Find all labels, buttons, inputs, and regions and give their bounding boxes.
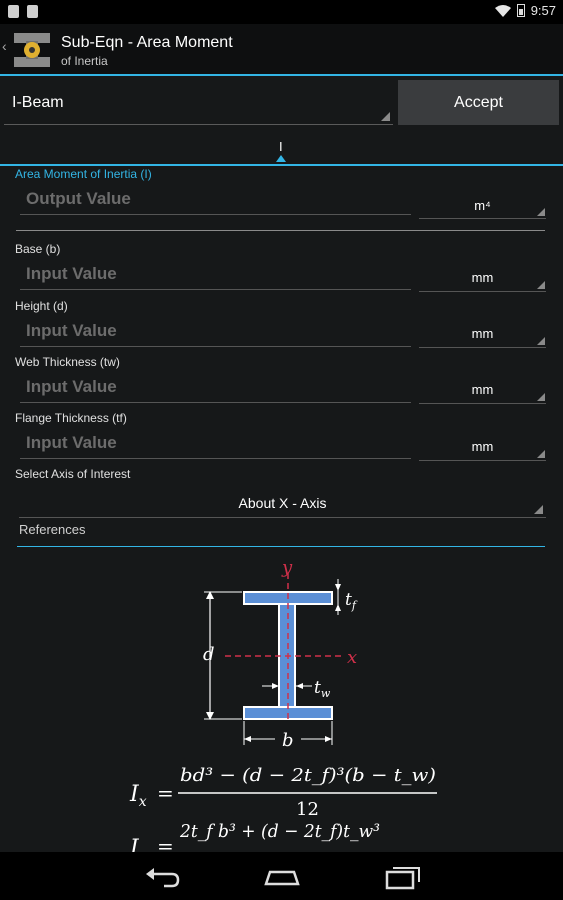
up-caret-icon[interactable]: ‹ [2, 38, 7, 54]
eq2-numerator: 2t_f b³ + (d − 2t_f)t_w³ [179, 821, 380, 842]
accept-button[interactable]: Accept [398, 80, 559, 125]
notification-icons [8, 5, 38, 18]
dim-b-label: b [282, 730, 294, 751]
output-unit-value: m⁴ [474, 198, 491, 213]
svg-text:=: = [157, 834, 174, 853]
dropdown-triangle-icon [537, 450, 545, 458]
dropdown-triangle-icon [537, 281, 545, 289]
y-axis-label: y [281, 557, 293, 578]
eq1-denominator: 12 [296, 799, 319, 820]
divider [16, 230, 545, 231]
dropdown-triangle-icon [534, 505, 543, 514]
references-label: References [19, 522, 86, 537]
base-unit-value: mm [471, 270, 494, 285]
references-divider [17, 546, 545, 547]
navigation-bar [0, 852, 563, 900]
dropdown-triangle-icon [381, 112, 390, 121]
recents-icon[interactable] [383, 860, 423, 892]
base-input[interactable]: Input Value [20, 264, 411, 290]
tab-strip: I [0, 129, 563, 166]
app-icon[interactable] [12, 29, 52, 69]
web-thickness-unit-value: mm [471, 382, 494, 397]
shape-spinner[interactable]: I-Beam [4, 80, 393, 125]
eq2-lhs: I [129, 836, 140, 853]
svg-text:=: = [157, 781, 174, 805]
height-label: Height (d) [15, 299, 68, 313]
home-icon[interactable] [262, 860, 302, 892]
dim-tf-label: tf [345, 590, 358, 612]
notification-icon [8, 5, 19, 18]
output-label: Area Moment of Inertia (I) [15, 167, 152, 181]
tab-indicator-icon [276, 155, 286, 162]
flange-thickness-input[interactable]: Input Value [20, 433, 411, 459]
battery-icon [516, 4, 525, 17]
flange-thickness-unit-value: mm [471, 439, 494, 454]
web-thickness-label: Web Thickness (tw) [15, 355, 120, 369]
axis-spinner-value: About X - Axis [238, 495, 327, 511]
dropdown-triangle-icon [537, 393, 545, 401]
dropdown-triangle-icon [537, 337, 545, 345]
base-unit-spinner[interactable]: mm [419, 266, 546, 292]
x-axis-label: x [347, 647, 357, 668]
back-icon[interactable] [142, 860, 182, 892]
flange-thickness-label: Flange Thickness (tf) [15, 411, 127, 425]
height-input[interactable]: Input Value [20, 321, 411, 347]
shape-spinner-value: I-Beam [12, 94, 64, 111]
base-label: Base (b) [15, 242, 61, 256]
dropdown-triangle-icon [537, 208, 545, 216]
dim-tw-label: tw [314, 678, 331, 700]
page-title: Sub-Eqn - Area Moment [61, 34, 233, 51]
notification-icon [27, 5, 38, 18]
status-bar: 9:57 [0, 0, 563, 24]
page-subtitle: of Inertia [61, 54, 108, 68]
action-bar: ‹ Sub-Eqn - Area Moment of Inertia [0, 24, 563, 76]
dim-d-label: d [203, 644, 215, 665]
wifi-icon [494, 4, 511, 17]
web-thickness-input[interactable]: Input Value [20, 377, 411, 403]
height-unit-spinner[interactable]: mm [419, 322, 546, 348]
web-thickness-unit-spinner[interactable]: mm [419, 378, 546, 404]
clock: 9:57 [530, 3, 556, 18]
output-value-field[interactable]: Output Value [20, 189, 411, 215]
output-unit-spinner[interactable]: m⁴ [419, 194, 546, 219]
flange-thickness-unit-spinner[interactable]: mm [419, 435, 546, 461]
eq1-lhs: Ix [129, 782, 147, 810]
tab-i[interactable]: I [279, 139, 283, 154]
axis-spinner[interactable]: About X - Axis [19, 490, 546, 518]
i-beam-diagram: y x d tf tw b Ix = bd³ − (d − 2t_f)³(b −… [129, 557, 437, 853]
eq1-numerator: bd³ − (d − 2t_f)³(b − t_w) [180, 765, 436, 786]
height-unit-value: mm [471, 326, 494, 341]
axis-label: Select Axis of Interest [15, 467, 131, 481]
